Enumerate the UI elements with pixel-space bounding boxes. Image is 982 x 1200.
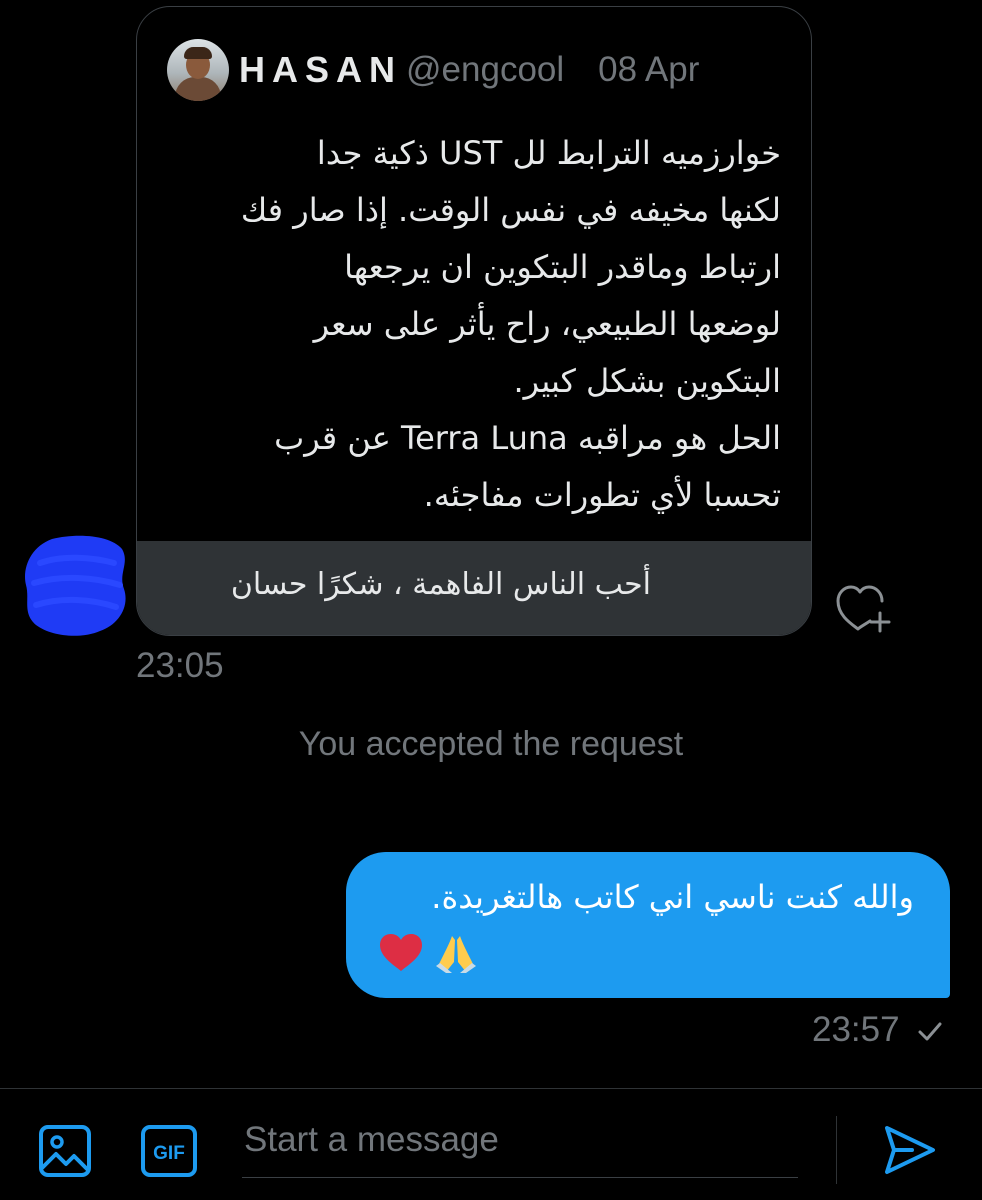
send-icon xyxy=(885,1126,935,1174)
image-icon xyxy=(39,1125,91,1177)
author-handle: @engcool xyxy=(406,50,565,89)
redacted-avatar xyxy=(25,535,126,636)
react-button[interactable] xyxy=(836,583,896,633)
received-message-time: 23:05 xyxy=(136,646,224,685)
red-heart-icon xyxy=(380,934,422,971)
sent-message-bubble[interactable]: والله كنت ناسي اني كاتب هالتغريدة. xyxy=(346,852,950,998)
request-accepted-note: You accepted the request xyxy=(298,725,684,763)
author-avatar xyxy=(167,39,229,101)
received-message-text: أحب الناس الفاهمة ، شكرًا حسان xyxy=(230,567,651,602)
send-button[interactable] xyxy=(882,1122,938,1178)
quoted-tweet-card[interactable]: HASAN @engcool 08 Apr خوارزميه الترابط ل… xyxy=(136,6,812,636)
add-gif-button[interactable]: GIF xyxy=(140,1124,198,1178)
message-input[interactable] xyxy=(242,1112,798,1178)
author-name: HASAN xyxy=(239,49,403,90)
sent-message-time: 23:57 xyxy=(812,1010,900,1049)
check-icon xyxy=(918,1022,942,1041)
gif-label: GIF xyxy=(153,1143,185,1164)
composer-divider xyxy=(0,1088,982,1089)
sent-message-emoji xyxy=(378,932,480,974)
add-media-button[interactable] xyxy=(38,1124,92,1178)
received-message-bubble[interactable]: أحب الناس الفاهمة ، شكرًا حسان xyxy=(137,541,811,635)
composer-vertical-divider xyxy=(836,1116,837,1184)
gif-icon: GIF xyxy=(141,1125,197,1177)
tweet-date: 08 Apr xyxy=(598,50,700,89)
heart-plus-icon xyxy=(836,585,891,633)
quoted-tweet-text: خوارزميه الترابط لل UST ذكية جدا لكنها م… xyxy=(240,134,781,514)
quoted-tweet-header: HASAN @engcool 08 Apr xyxy=(167,37,699,103)
sent-message-text: والله كنت ناسي اني كاتب هالتغريدة. xyxy=(431,878,914,916)
praying-hands-icon xyxy=(436,936,476,973)
